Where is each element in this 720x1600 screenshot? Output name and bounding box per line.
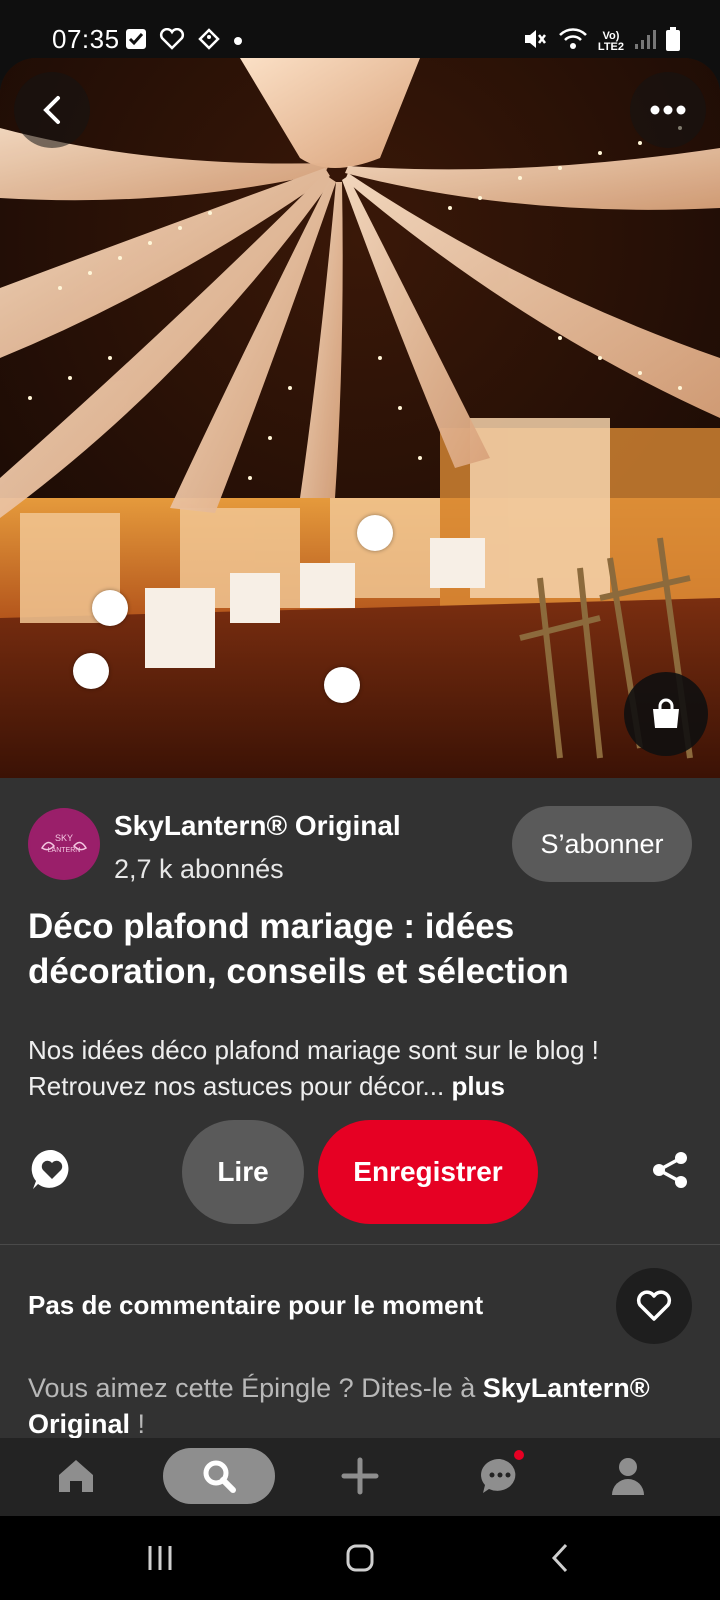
more-link[interactable]: plus bbox=[451, 1071, 504, 1101]
more-dots-icon bbox=[650, 105, 686, 115]
like-button[interactable] bbox=[616, 1268, 692, 1344]
home-system-button[interactable] bbox=[338, 1538, 382, 1578]
search-icon bbox=[203, 1460, 236, 1493]
lte-indicator: Vo) LTE2 bbox=[597, 29, 624, 53]
pin-title: Déco plafond mariage : idées décoration,… bbox=[28, 907, 569, 991]
subscribe-button[interactable]: S’abonner bbox=[512, 806, 692, 882]
dot-icon bbox=[233, 33, 243, 51]
chat-icon bbox=[481, 1458, 516, 1493]
nav-profile[interactable] bbox=[598, 1446, 658, 1506]
checkbox-icon bbox=[125, 28, 147, 55]
more-options-button[interactable] bbox=[630, 72, 706, 148]
product-hotspot[interactable] bbox=[357, 515, 393, 551]
product-hotspot[interactable] bbox=[73, 653, 109, 689]
bottom-navigation bbox=[0, 1438, 720, 1516]
pin-description: Nos idées déco plafond mariage sont sur … bbox=[28, 1032, 698, 1104]
battery-icon bbox=[666, 27, 680, 56]
follower-count: 2,7 k abonnés bbox=[114, 854, 284, 884]
home-icon bbox=[59, 1460, 93, 1492]
pin-details-panel: SKY LANTERN SkyLantern® Original 2,7 k a… bbox=[0, 778, 720, 1439]
heart-outline-icon bbox=[636, 1290, 672, 1321]
profile-icon bbox=[612, 1458, 644, 1495]
nav-home[interactable] bbox=[46, 1446, 106, 1506]
product-hotspot[interactable] bbox=[92, 590, 128, 626]
system-navigation-bar bbox=[0, 1516, 720, 1600]
back-arrow-icon bbox=[43, 96, 60, 124]
recent-apps-icon bbox=[148, 1546, 172, 1570]
pin-description-text: Nos idées déco plafond mariage sont sur … bbox=[28, 1035, 599, 1101]
nav-create[interactable] bbox=[330, 1446, 390, 1506]
shopping-bag-icon bbox=[653, 698, 679, 728]
action-bar: Lire Enregistrer bbox=[0, 1120, 720, 1230]
skylantern-logo-icon: SKY LANTERN bbox=[30, 810, 98, 878]
home-square-icon bbox=[346, 1544, 374, 1572]
status-time: 07:35 bbox=[52, 24, 120, 54]
nav-search[interactable] bbox=[163, 1448, 275, 1504]
pin-image[interactable] bbox=[0, 58, 720, 778]
signal-icon bbox=[634, 28, 656, 55]
read-button[interactable]: Lire bbox=[182, 1120, 304, 1224]
back-system-button[interactable] bbox=[538, 1538, 582, 1578]
comment-prompt: Vous aimez cette Épingle ? Dites-le à Sk… bbox=[28, 1373, 650, 1439]
svg-text:SKY: SKY bbox=[55, 833, 73, 843]
product-hotspot[interactable] bbox=[324, 667, 360, 703]
plus-icon bbox=[341, 1457, 379, 1495]
react-button[interactable] bbox=[30, 1148, 74, 1192]
nav-messages[interactable] bbox=[470, 1446, 530, 1506]
notification-dot bbox=[514, 1450, 524, 1460]
avatar[interactable]: SKY LANTERN bbox=[28, 808, 100, 880]
recent-apps-button[interactable] bbox=[138, 1538, 182, 1578]
mute-icon bbox=[522, 26, 548, 57]
divider bbox=[0, 1244, 720, 1245]
wifi-icon bbox=[558, 27, 588, 56]
save-button[interactable]: Enregistrer bbox=[318, 1120, 538, 1224]
creator-name[interactable]: SkyLantern® Original bbox=[114, 810, 401, 842]
tag-icon bbox=[197, 28, 221, 55]
heart-outline-icon bbox=[159, 27, 185, 55]
back-button[interactable] bbox=[14, 72, 90, 148]
reaction-heart-bubble-icon bbox=[31, 1149, 69, 1189]
shop-button[interactable] bbox=[624, 672, 708, 756]
svg-text:LANTERN: LANTERN bbox=[48, 847, 81, 854]
share-icon bbox=[653, 1152, 687, 1188]
chevron-left-icon bbox=[551, 1543, 568, 1573]
share-button[interactable] bbox=[650, 1150, 690, 1190]
comments-heading: Pas de commentaire pour le moment bbox=[28, 1290, 484, 1320]
